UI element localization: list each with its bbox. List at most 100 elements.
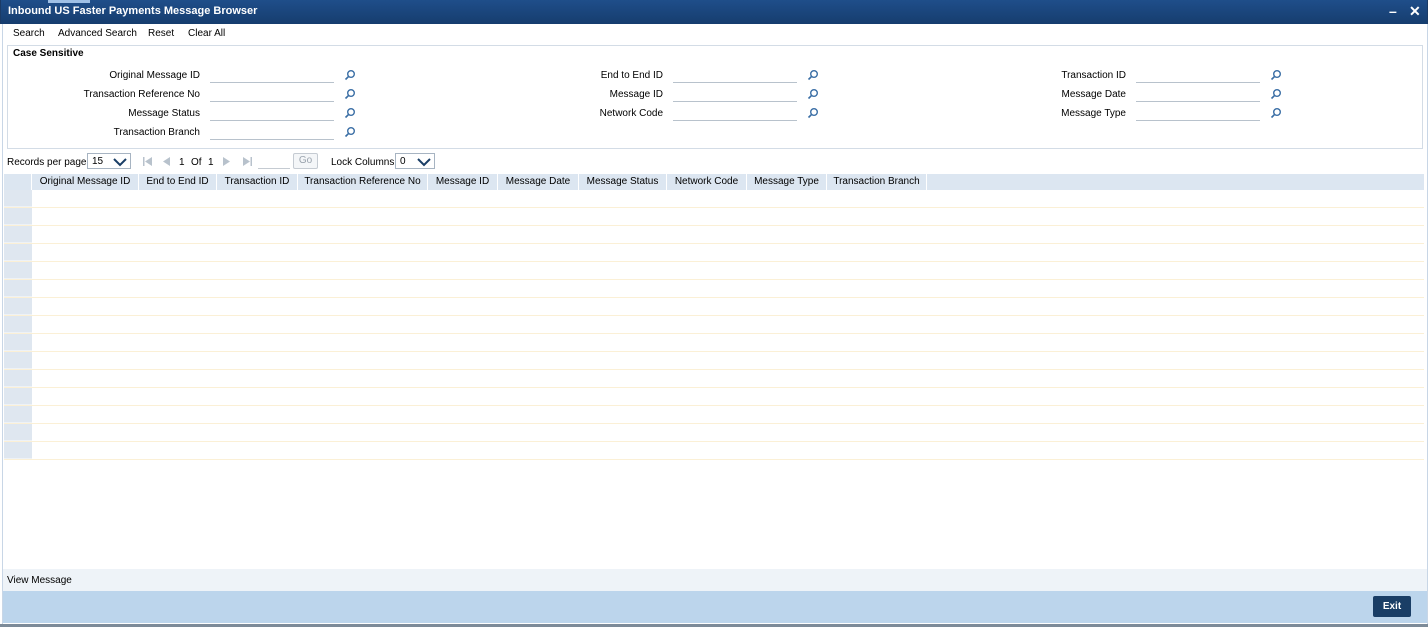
- row-selector[interactable]: [4, 208, 32, 225]
- search-icon[interactable]: [807, 88, 819, 100]
- row-selector[interactable]: [4, 316, 32, 333]
- column-header[interactable]: Transaction Reference No: [298, 174, 428, 190]
- row-selector[interactable]: [4, 262, 32, 279]
- first-page-icon[interactable]: [143, 157, 152, 166]
- search-icon[interactable]: [344, 69, 356, 81]
- clear-all-button[interactable]: Clear All: [188, 28, 225, 39]
- view-message-link[interactable]: View Message: [7, 575, 72, 586]
- select-all-header[interactable]: [4, 174, 32, 190]
- chevron-down-icon: [113, 158, 127, 167]
- transaction-branch-label: Transaction Branch: [113, 127, 200, 138]
- search-icon[interactable]: [1270, 88, 1282, 100]
- search-icon[interactable]: [807, 107, 819, 119]
- transaction-id-input[interactable]: [1136, 68, 1260, 83]
- column-header[interactable]: Message Status: [579, 174, 667, 190]
- previous-page-icon[interactable]: [163, 157, 170, 166]
- table-row[interactable]: [4, 208, 1424, 226]
- window-title-bar: Inbound US Faster Payments Message Brows…: [0, 0, 1428, 24]
- table-row[interactable]: [4, 334, 1424, 352]
- window-title: Inbound US Faster Payments Message Brows…: [8, 5, 258, 17]
- message-date-input[interactable]: [1136, 87, 1260, 102]
- lock-columns-select[interactable]: 0: [395, 153, 435, 169]
- message-date-label: Message Date: [1061, 89, 1126, 100]
- search-icon[interactable]: [1270, 69, 1282, 81]
- records-per-page-select[interactable]: 15: [87, 153, 131, 169]
- total-pages: 1: [208, 157, 214, 168]
- row-selector[interactable]: [4, 334, 32, 351]
- minimize-button[interactable]: –: [1389, 3, 1397, 19]
- results-grid-body: [4, 190, 1424, 460]
- row-selector[interactable]: [4, 280, 32, 297]
- table-row[interactable]: [4, 262, 1424, 280]
- reset-button[interactable]: Reset: [148, 28, 174, 39]
- column-header[interactable]: Transaction ID: [217, 174, 298, 190]
- row-selector[interactable]: [4, 298, 32, 315]
- close-button[interactable]: ✕: [1409, 3, 1421, 19]
- tab-indicator: [48, 0, 90, 3]
- table-row[interactable]: [4, 298, 1424, 316]
- original-message-id-input[interactable]: [210, 68, 334, 83]
- column-header[interactable]: Original Message ID: [32, 174, 139, 190]
- search-button[interactable]: Search: [13, 28, 45, 39]
- next-page-icon[interactable]: [223, 157, 230, 166]
- end-to-end-id-input[interactable]: [673, 68, 797, 83]
- row-selector[interactable]: [4, 244, 32, 261]
- table-row[interactable]: [4, 190, 1424, 208]
- transaction-reference-no-input[interactable]: [210, 87, 334, 102]
- column-header[interactable]: Message ID: [428, 174, 498, 190]
- go-button[interactable]: Go: [293, 153, 318, 169]
- column-header[interactable]: End to End ID: [139, 174, 217, 190]
- exit-button[interactable]: Exit: [1373, 596, 1411, 617]
- network-code-label: Network Code: [599, 108, 663, 119]
- message-type-label: Message Type: [1061, 108, 1126, 119]
- column-header[interactable]: Transaction Branch: [827, 174, 927, 190]
- table-row[interactable]: [4, 424, 1424, 442]
- row-selector[interactable]: [4, 406, 32, 423]
- records-per-page-value: 15: [92, 156, 104, 167]
- search-icon[interactable]: [344, 126, 356, 138]
- footer-bar: Exit: [3, 591, 1427, 623]
- transaction-branch-input[interactable]: [210, 125, 334, 140]
- search-icon[interactable]: [344, 107, 356, 119]
- row-selector[interactable]: [4, 226, 32, 243]
- table-row[interactable]: [4, 442, 1424, 460]
- table-row[interactable]: [4, 280, 1424, 298]
- lock-columns-label: Lock Columns: [331, 157, 395, 168]
- table-row[interactable]: [4, 370, 1424, 388]
- transaction-id-label: Transaction ID: [1061, 70, 1126, 81]
- row-selector[interactable]: [4, 424, 32, 441]
- search-icon[interactable]: [807, 69, 819, 81]
- table-row[interactable]: [4, 352, 1424, 370]
- column-header[interactable]: Message Type: [747, 174, 827, 190]
- case-sensitive-label: Case Sensitive: [13, 48, 84, 59]
- records-per-page-label: Records per page: [7, 157, 87, 168]
- page-number-input[interactable]: [258, 155, 290, 169]
- message-type-input[interactable]: [1136, 106, 1260, 121]
- column-header[interactable]: Message Date: [498, 174, 579, 190]
- row-selector[interactable]: [4, 442, 32, 459]
- search-icon[interactable]: [1270, 107, 1282, 119]
- table-row[interactable]: [4, 388, 1424, 406]
- last-page-icon[interactable]: [243, 157, 252, 166]
- pagination-bar: Records per page 15 1 Of 1 Go Lock Colum…: [3, 152, 1427, 172]
- message-status-input[interactable]: [210, 106, 334, 121]
- row-selector[interactable]: [4, 190, 32, 207]
- browser-frame: Search Advanced Search Reset Clear All C…: [2, 24, 1428, 625]
- transaction-reference-no-label: Transaction Reference No: [83, 89, 200, 100]
- table-row[interactable]: [4, 226, 1424, 244]
- original-message-id-label: Original Message ID: [109, 70, 200, 81]
- toolbar: Search Advanced Search Reset Clear All: [3, 24, 1427, 42]
- row-selector[interactable]: [4, 370, 32, 387]
- column-header[interactable]: Network Code: [667, 174, 747, 190]
- lock-columns-value: 0: [400, 156, 406, 167]
- row-selector[interactable]: [4, 388, 32, 405]
- table-row[interactable]: [4, 316, 1424, 334]
- message-id-input[interactable]: [673, 87, 797, 102]
- table-row[interactable]: [4, 244, 1424, 262]
- network-code-input[interactable]: [673, 106, 797, 121]
- row-selector[interactable]: [4, 352, 32, 369]
- message-id-label: Message ID: [609, 89, 663, 100]
- table-row[interactable]: [4, 406, 1424, 424]
- advanced-search-button[interactable]: Advanced Search: [58, 28, 137, 39]
- search-icon[interactable]: [344, 88, 356, 100]
